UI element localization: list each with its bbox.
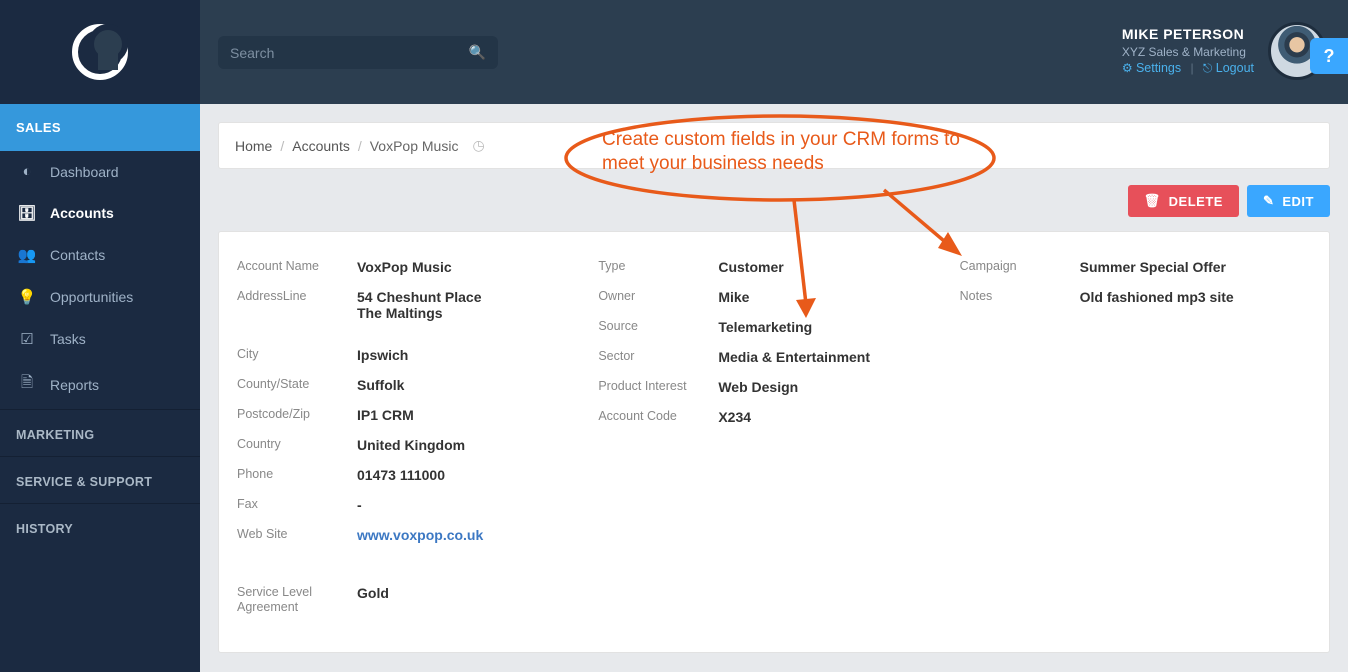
field-label: County/State <box>237 377 357 391</box>
sidebar-item-tasks[interactable]: ☑ Tasks <box>0 318 200 360</box>
dashboard-icon: ◐ <box>18 163 36 180</box>
sidebar-item-label: Dashboard <box>50 164 119 180</box>
trash-icon: 🗑 <box>1144 193 1161 209</box>
field-label: Source <box>598 319 718 333</box>
sidebar-item-contacts[interactable]: 👥 Contacts <box>0 234 200 276</box>
breadcrumb-separator: / <box>358 138 362 154</box>
search-input[interactable] <box>230 45 469 61</box>
user-org: XYZ Sales & Marketing <box>1122 44 1254 60</box>
field-label: City <box>237 347 357 361</box>
field-label: Sector <box>598 349 718 363</box>
account-details-card: Account NameVoxPop Music AddressLine54 C… <box>218 231 1330 653</box>
details-col-1: Account NameVoxPop Music AddressLine54 C… <box>237 252 588 622</box>
field-label: Campaign <box>960 259 1080 273</box>
field-label: Service Level Agreement <box>237 585 357 615</box>
field-label: Account Code <box>598 409 718 423</box>
contacts-icon: 👥 <box>18 246 36 264</box>
app-logo <box>0 0 200 104</box>
opportunities-icon: 💡 <box>18 288 36 306</box>
gear-icon: ⚙ <box>1122 61 1133 75</box>
sidebar-section-service-support[interactable]: SERVICE & SUPPORT <box>0 456 200 503</box>
user-area: MIKE PETERSON XYZ Sales & Marketing ⚙ Se… <box>1122 22 1326 80</box>
logout-link[interactable]: Logout <box>1216 61 1254 75</box>
field-label: Fax <box>237 497 357 511</box>
campaign-value: Summer Special Offer <box>1080 259 1311 275</box>
sidebar-item-opportunities[interactable]: 💡 Opportunities <box>0 276 200 318</box>
sidebar-item-label: Tasks <box>50 331 86 347</box>
county-value: Suffolk <box>357 377 588 393</box>
breadcrumb-home[interactable]: Home <box>235 138 272 154</box>
sector-value: Media & Entertainment <box>718 349 949 365</box>
field-label: Postcode/Zip <box>237 407 357 421</box>
details-col-3: CampaignSummer Special Offer NotesOld fa… <box>960 252 1311 622</box>
help-button[interactable]: ? <box>1310 38 1348 74</box>
source-value: Telemarketing <box>718 319 949 335</box>
tasks-icon: ☑ <box>18 330 36 348</box>
clock-icon: ◷ <box>472 137 484 154</box>
breadcrumb-current: VoxPop Music <box>370 138 459 154</box>
field-label: Account Name <box>237 259 357 273</box>
country-value: United Kingdom <box>357 437 588 453</box>
field-label: Notes <box>960 289 1080 303</box>
reports-icon: 🗎 <box>18 372 36 397</box>
sidebar-item-label: Reports <box>50 377 99 393</box>
content: Home / Accounts / VoxPop Music ◷ 🗑 DELET… <box>200 104 1348 672</box>
pencil-icon: ✎ <box>1263 193 1274 209</box>
city-value: Ipswich <box>357 347 588 363</box>
field-label: Web Site <box>237 527 357 541</box>
settings-link[interactable]: Settings <box>1136 61 1181 75</box>
notes-value: Old fashioned mp3 site <box>1080 289 1311 305</box>
action-bar: 🗑 DELETE ✎ EDIT <box>218 185 1330 217</box>
user-name: MIKE PETERSON <box>1122 25 1254 44</box>
sla-value: Gold <box>357 585 588 601</box>
delete-button-label: DELETE <box>1169 194 1223 209</box>
edit-button-label: EDIT <box>1282 194 1314 209</box>
sidebar-item-label: Contacts <box>50 247 105 263</box>
breadcrumb-separator: / <box>280 138 284 154</box>
sidebar-item-accounts[interactable]: 🗄 Accounts <box>0 192 200 234</box>
field-label: Product Interest <box>598 379 718 393</box>
edit-button[interactable]: ✎ EDIT <box>1247 185 1330 217</box>
owner-value: Mike <box>718 289 949 305</box>
breadcrumb-accounts[interactable]: Accounts <box>292 138 350 154</box>
sidebar-section-sales[interactable]: SALES <box>0 104 200 151</box>
address-value: 54 Cheshunt PlaceThe Maltings <box>357 289 588 321</box>
sidebar-section-marketing[interactable]: MARKETING <box>0 409 200 456</box>
field-label: AddressLine <box>237 289 357 303</box>
field-label: Country <box>237 437 357 451</box>
topbar: 🔍 MIKE PETERSON XYZ Sales & Marketing ⚙ … <box>200 0 1348 104</box>
search-icon: 🔍 <box>469 44 486 61</box>
search-box[interactable]: 🔍 <box>218 36 498 69</box>
sidebar-item-label: Accounts <box>50 205 114 221</box>
account-code-value: X234 <box>718 409 949 425</box>
field-label: Type <box>598 259 718 273</box>
website-value[interactable]: www.voxpop.co.uk <box>357 527 588 543</box>
type-value: Customer <box>718 259 949 275</box>
account-name-value: VoxPop Music <box>357 259 588 275</box>
sidebar-item-dashboard[interactable]: ◐ Dashboard <box>0 151 200 192</box>
delete-button[interactable]: 🗑 DELETE <box>1128 185 1239 217</box>
sidebar: SALES ◐ Dashboard 🗄 Accounts 👥 Contacts … <box>0 0 200 672</box>
field-label: Owner <box>598 289 718 303</box>
sidebar-item-label: Opportunities <box>50 289 133 305</box>
sidebar-item-reports[interactable]: 🗎 Reports <box>0 360 200 409</box>
phone-value: 01473 111000 <box>357 467 588 483</box>
breadcrumb: Home / Accounts / VoxPop Music ◷ <box>218 122 1330 169</box>
field-label: Phone <box>237 467 357 481</box>
logout-icon: ⎋ <box>1203 61 1213 75</box>
details-col-2: TypeCustomer OwnerMike SourceTelemarketi… <box>598 252 949 622</box>
product-interest-value: Web Design <box>718 379 949 395</box>
sidebar-section-history[interactable]: HISTORY <box>0 503 200 550</box>
fax-value: - <box>357 497 588 513</box>
postcode-value: IP1 CRM <box>357 407 588 423</box>
accounts-icon: 🗄 <box>18 204 36 222</box>
